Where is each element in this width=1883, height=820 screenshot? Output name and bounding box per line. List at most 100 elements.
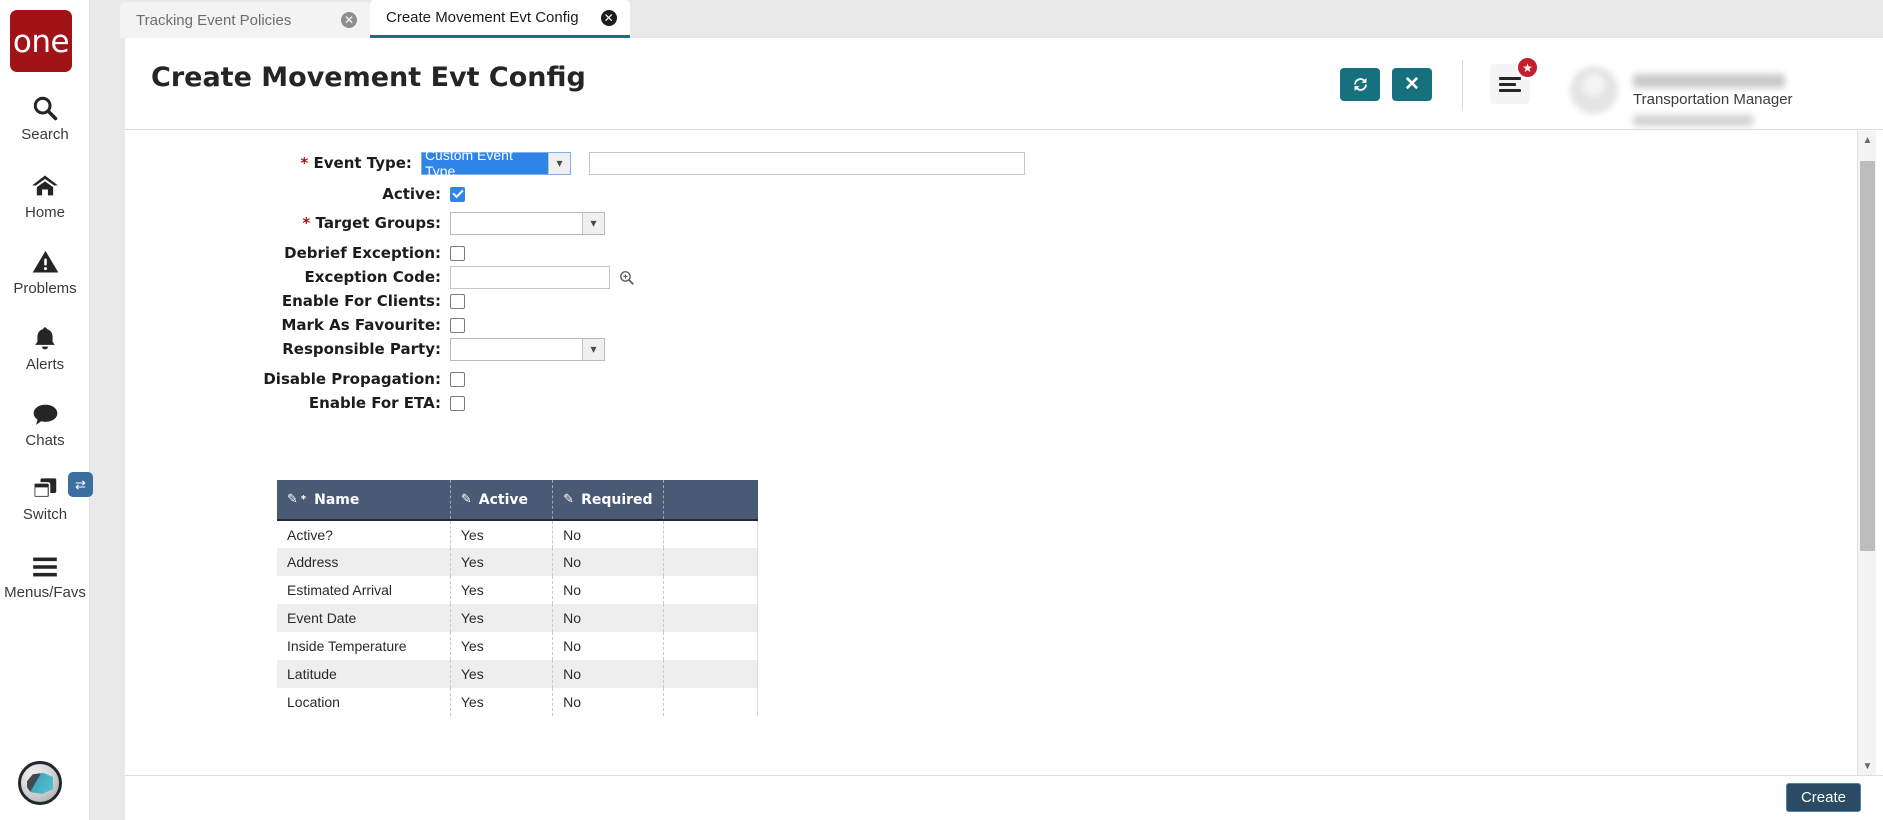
rail-item-chats[interactable]: Chats	[0, 396, 90, 449]
star-icon: ★	[1516, 56, 1539, 79]
x-icon[interactable]: ✕	[1392, 68, 1432, 101]
scrollbar-thumb[interactable]	[1860, 161, 1875, 551]
column-header-name[interactable]: ✎ * Name	[277, 480, 451, 521]
table-row[interactable]: Active? Yes No	[277, 520, 759, 548]
search-icon	[31, 90, 59, 122]
attribute-active-cell: Yes	[450, 604, 554, 632]
pencil-icon: ✎	[460, 492, 472, 507]
caret-up-icon[interactable]: ▲	[1858, 131, 1877, 149]
required-marker: *	[302, 214, 311, 232]
rail-label-home: Home	[24, 204, 65, 221]
debrief-exception-checkbox[interactable]	[450, 245, 465, 261]
rail-item-switch[interactable]: ⇄ Switch	[0, 470, 93, 523]
responsible-party-select[interactable]: ▾	[450, 337, 605, 361]
target-groups-select[interactable]: ▾	[450, 211, 605, 235]
attribute-required-cell: No	[552, 688, 664, 716]
attribute-active-cell: Yes	[450, 520, 554, 548]
content-panel: * Event Type: Custom Event Type ▾ Active…	[125, 131, 1883, 775]
label-active: Active:	[382, 185, 441, 203]
required-marker: *	[300, 494, 307, 505]
column-header-required[interactable]: ✎ Required	[552, 480, 664, 521]
attribute-name-cell: Event Date	[277, 604, 451, 632]
user-avatar-icon[interactable]	[1570, 66, 1618, 114]
attribute-name-cell: Latitude	[277, 660, 451, 688]
column-label: Active	[478, 491, 529, 508]
attribute-spacer-cell	[663, 688, 759, 716]
label-target-groups: * Target Groups:	[302, 214, 441, 232]
label-mark-as-favourite: Mark As Favourite:	[281, 316, 441, 334]
create-button[interactable]: Create	[1785, 783, 1861, 812]
table-row[interactable]: Inside Temperature Yes No	[277, 632, 759, 660]
label-event-type: * Event Type:	[300, 154, 412, 172]
attribute-required-cell: No	[552, 520, 664, 548]
table-body: Active? Yes No Address Yes No Estimated Arriva…	[277, 520, 759, 716]
rail-label-alerts: Alerts	[25, 356, 65, 373]
warning-triangle-icon	[31, 244, 60, 276]
pencil-icon: ✎	[287, 492, 298, 507]
switch-toggle-badge-icon[interactable]: ⇄	[68, 472, 93, 497]
logo-text: one	[12, 23, 70, 60]
attribute-spacer-cell	[663, 604, 759, 632]
close-circle-icon[interactable]: ✕	[600, 9, 617, 26]
column-label: Name	[314, 491, 360, 508]
attribute-name-cell: Inside Temperature	[277, 632, 451, 660]
table-row[interactable]: Estimated Arrival Yes No	[277, 576, 759, 604]
vertical-scrollbar[interactable]: ▲ ▼	[1857, 131, 1876, 775]
table-row[interactable]: Location Yes No	[277, 688, 759, 716]
chevron-down-icon[interactable]: ▾	[547, 152, 570, 174]
page-background	[90, 38, 125, 820]
tab-create-movement-evt-config[interactable]: Create Movement Evt Config ✕	[370, 0, 630, 38]
rail-item-home[interactable]: Home	[0, 168, 90, 221]
home-icon	[30, 168, 60, 200]
attributes-table: ✎ * Name ✎ Active ✎ Required Active? Yes…	[277, 480, 759, 716]
close-circle-icon[interactable]: ✕	[341, 12, 357, 28]
mark-as-favourite-checkbox[interactable]	[450, 317, 465, 333]
rail-item-search[interactable]: Search	[0, 90, 90, 143]
attribute-spacer-cell	[663, 548, 759, 576]
left-navigation-rail: one Search Home Problems Alerts Chats ⇄ …	[0, 0, 93, 820]
required-marker: *	[300, 154, 309, 172]
attribute-active-cell: Yes	[450, 576, 554, 604]
table-row[interactable]: Latitude Yes No	[277, 660, 759, 688]
field-enable-for-eta: Enable For ETA:	[125, 389, 465, 417]
pencil-icon: ✎	[563, 492, 575, 507]
user-subtitle-redacted	[1633, 115, 1753, 126]
one-logo[interactable]: one	[10, 10, 72, 72]
page-title: Create Movement Evt Config	[151, 62, 586, 93]
user-name-redacted	[1633, 74, 1785, 88]
attributes-grid: ✎ * Name ✎ Active ✎ Required Active? Yes…	[277, 480, 759, 716]
enable-for-clients-checkbox[interactable]	[450, 293, 465, 309]
chevron-down-icon[interactable]: ▾	[582, 212, 604, 234]
enable-for-eta-checkbox[interactable]	[450, 395, 465, 411]
attribute-active-cell: Yes	[450, 548, 554, 576]
event-type-select[interactable]: Custom Event Type ▾	[420, 147, 571, 179]
rail-item-alerts[interactable]: Alerts	[0, 320, 90, 373]
active-checkbox[interactable]	[450, 186, 465, 202]
column-header-active[interactable]: ✎ Active	[450, 480, 554, 521]
table-row[interactable]: Event Date Yes No	[277, 604, 759, 632]
refresh-icon[interactable]	[1340, 68, 1380, 101]
attribute-required-cell: No	[552, 604, 664, 632]
assistant-avatar-icon[interactable]	[18, 761, 62, 805]
attribute-name-cell: Address	[277, 548, 451, 576]
table-row[interactable]: Address Yes No	[277, 548, 759, 576]
column-label: Required	[581, 491, 653, 508]
disable-propagation-checkbox[interactable]	[450, 371, 465, 387]
attribute-required-cell: No	[552, 632, 664, 660]
chevron-down-icon[interactable]: ▾	[582, 338, 604, 360]
magnifier-icon[interactable]	[617, 268, 635, 286]
hamburger-icon	[1499, 74, 1521, 95]
column-header-spacer	[663, 480, 758, 521]
event-type-text-input[interactable]	[588, 151, 1025, 175]
hamburger-icon	[30, 548, 60, 580]
attribute-active-cell: Yes	[450, 632, 554, 660]
target-groups-value	[451, 213, 582, 234]
rail-item-problems[interactable]: Problems	[0, 244, 90, 297]
table-header-row: ✎ * Name ✎ Active ✎ Required	[277, 480, 758, 521]
exception-code-input[interactable]	[450, 265, 610, 289]
caret-down-icon[interactable]: ▼	[1858, 757, 1877, 775]
rail-item-menus-favs[interactable]: Menus/Favs	[0, 548, 90, 601]
chat-bubble-icon	[31, 396, 60, 428]
assistant-bot-glyph	[27, 772, 53, 794]
tab-tracking-event-policies[interactable]: Tracking Event Policies ✕	[120, 2, 370, 38]
